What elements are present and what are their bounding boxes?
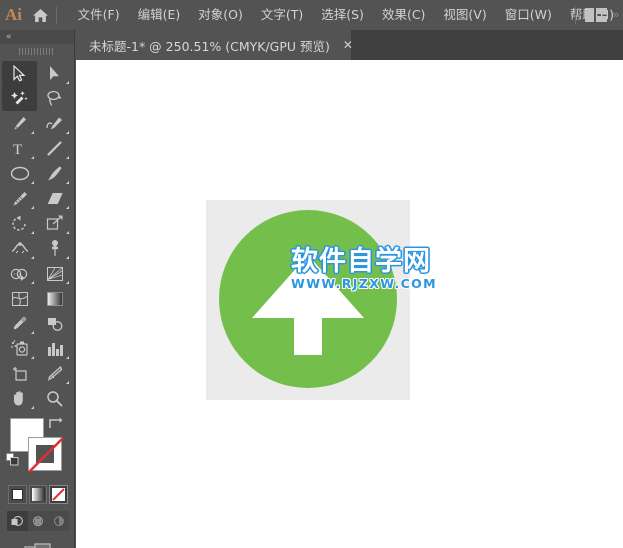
swap-fill-stroke-icon[interactable] [48, 416, 63, 436]
draw-normal[interactable] [7, 511, 28, 531]
tool-flyout-indicator [66, 81, 69, 84]
tool-flyout-indicator [66, 156, 69, 159]
menu-window[interactable]: 窗口(W) [496, 0, 561, 30]
tool-width[interactable] [2, 236, 37, 261]
tool-hand[interactable] [2, 386, 37, 411]
menu-select[interactable]: 选择(S) [312, 0, 373, 30]
tool-ellipse[interactable] [2, 161, 37, 186]
tool-flyout-indicator [66, 281, 69, 284]
tool-blend[interactable] [37, 311, 72, 336]
menu-view[interactable]: 视图(V) [434, 0, 495, 30]
tool-shaper[interactable] [2, 186, 37, 211]
home-icon[interactable] [27, 0, 54, 30]
menu-right-divider [574, 6, 576, 24]
white-up-arrow-shape[interactable] [206, 200, 410, 400]
app-logo: Ai [4, 5, 22, 24]
document-tab-title: 未标题-1* @ 250.51% (CMYK/GPU 预览) [89, 38, 330, 54]
fill-mode-none[interactable] [49, 485, 69, 504]
tool-curvature[interactable] [37, 111, 72, 136]
tool-flyout-indicator [31, 331, 34, 334]
tool-flyout-indicator [31, 281, 34, 284]
menu-items: 文件(F) 编辑(E) 对象(O) 文字(T) 选择(S) 效果(C) 视图(V… [69, 0, 623, 30]
color-controls [0, 415, 75, 548]
tool-flyout-indicator [31, 256, 34, 259]
tool-rotate[interactable] [2, 211, 37, 236]
menu-file[interactable]: 文件(F) [69, 0, 129, 30]
menu-bar-right: » [574, 0, 623, 30]
menu-bar: Ai 文件(F) 编辑(E) 对象(O) 文字(T) 选择(S) 效果(C) 视… [0, 0, 623, 30]
tool-shape-builder[interactable] [2, 261, 37, 286]
tool-eyedropper[interactable] [2, 311, 37, 336]
tool-grid: T [0, 58, 74, 411]
tool-flyout-indicator [31, 206, 34, 209]
tool-flyout-indicator [31, 356, 34, 359]
tool-flyout-indicator [66, 356, 69, 359]
fill-mode-color[interactable] [8, 485, 27, 504]
change-screen-mode[interactable] [0, 537, 75, 548]
menu-divider [55, 6, 57, 24]
tool-flyout-indicator [31, 131, 34, 134]
tool-free-transform[interactable] [37, 236, 72, 261]
fill-mode-gradient[interactable] [28, 485, 48, 504]
none-slash-icon [25, 434, 67, 476]
stroke-swatch[interactable] [28, 437, 64, 473]
tool-selection[interactable] [2, 61, 37, 86]
menu-type[interactable]: 文字(T) [252, 0, 312, 30]
tool-flyout-indicator [31, 406, 34, 409]
tool-symbol-sprayer[interactable] [2, 336, 37, 361]
tool-direct-selection[interactable] [37, 61, 72, 86]
menu-edit[interactable]: 编辑(E) [129, 0, 190, 30]
document-canvas[interactable]: 软件自学网 WWW.RJZXW.COM [76, 60, 623, 548]
collapse-panel-icon[interactable]: « [6, 31, 11, 43]
tool-mesh[interactable] [2, 286, 37, 311]
document-tab[interactable]: 未标题-1* @ 250.51% (CMYK/GPU 预览) ✕ [75, 30, 353, 60]
tool-flyout-indicator [31, 156, 34, 159]
document-tab-bar: 未标题-1* @ 250.51% (CMYK/GPU 预览) ✕ [75, 30, 623, 60]
tool-flyout-indicator [31, 181, 34, 184]
artboard[interactable]: 软件自学网 WWW.RJZXW.COM [206, 200, 436, 400]
tool-eraser[interactable] [37, 186, 72, 211]
menu-effect[interactable]: 效果(C) [373, 0, 434, 30]
default-fill-stroke-icon[interactable] [6, 453, 19, 471]
tool-type[interactable]: T [2, 136, 37, 161]
tool-flyout-indicator [66, 206, 69, 209]
menu-overflow-icon[interactable]: » [613, 9, 619, 21]
drag-grip-icon[interactable] [0, 44, 74, 58]
tool-flyout-indicator [66, 231, 69, 234]
close-icon[interactable]: ✕ [343, 39, 353, 51]
tool-column-graph[interactable] [37, 336, 72, 361]
tool-perspective-grid[interactable] [37, 261, 72, 286]
tool-slice[interactable] [37, 361, 72, 386]
tool-flyout-indicator [66, 256, 69, 259]
tool-scale[interactable] [37, 211, 72, 236]
draw-inside[interactable] [48, 511, 69, 531]
tools-panel: « T [0, 30, 75, 548]
workspace-layout-icon[interactable] [584, 8, 607, 22]
tool-magic-wand[interactable] [2, 86, 37, 111]
illustrator-window: Ai 文件(F) 编辑(E) 对象(O) 文字(T) 选择(S) 效果(C) 视… [0, 0, 623, 548]
tool-paintbrush[interactable] [37, 161, 72, 186]
svg-text:T: T [13, 142, 22, 157]
menu-object[interactable]: 对象(O) [189, 0, 252, 30]
tool-flyout-indicator [66, 131, 69, 134]
tool-flyout-indicator [66, 181, 69, 184]
tool-pen[interactable] [2, 111, 37, 136]
tool-gradient[interactable] [37, 286, 72, 311]
tool-flyout-indicator [66, 381, 69, 384]
tool-zoom[interactable] [37, 386, 72, 411]
fill-mode-row [8, 485, 69, 507]
draw-mode-row [7, 511, 69, 531]
tool-flyout-indicator [31, 231, 34, 234]
tool-lasso[interactable] [37, 86, 72, 111]
tool-line-segment[interactable] [37, 136, 72, 161]
draw-behind[interactable] [28, 511, 49, 531]
tool-artboard[interactable] [2, 361, 37, 386]
tools-panel-header: « [0, 30, 74, 44]
